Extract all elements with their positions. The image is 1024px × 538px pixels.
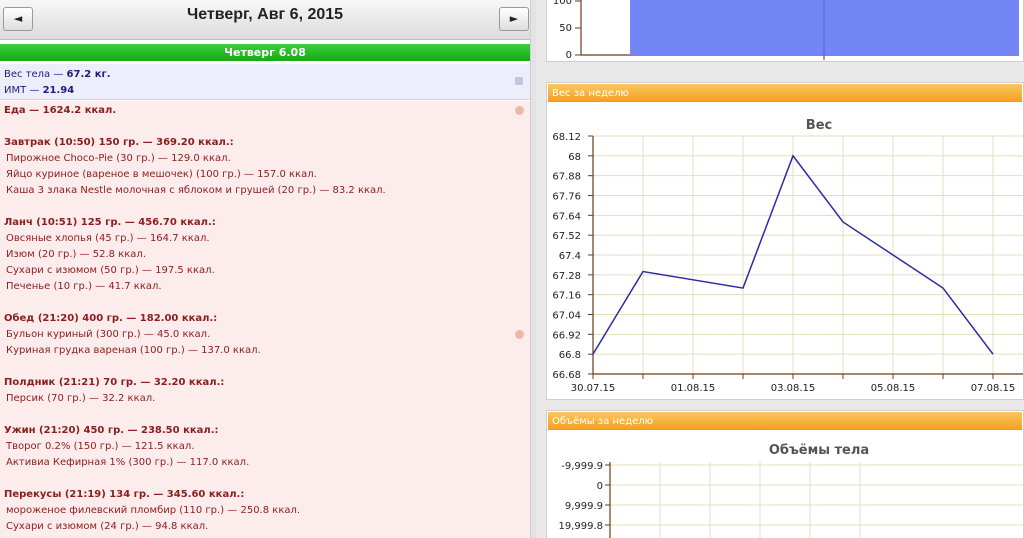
app-root: ◄ Четверг, Авг 6, 2015 ► Четверг 6.08 Ве… (0, 0, 1024, 538)
chart-grid (610, 462, 1023, 538)
weight-summary[interactable]: Вес тела — 67.2 кг. ИМТ — 21.94 (0, 64, 530, 100)
volumes-week-panel: Объёмы за неделю Объёмы тела -9,999.9 0 9,… (546, 410, 1024, 538)
food-item: Пирожное Choco-Pie (30 гр.) — 129.0 ккал… (6, 153, 231, 164)
y-tick-label: 67.28 (552, 271, 581, 282)
meal-heading: Перекусы (21:19) 134 гр. — 345.60 ккал.: (4, 489, 245, 500)
weight-week-panel: Вес за неделю Вес 68.12 68 67.88 67.76 67.64… (546, 82, 1024, 400)
day-pane: ◄ Четверг, Авг 6, 2015 ► Четверг 6.08 Ве… (0, 0, 530, 538)
bmi-value: 21.94 (42, 85, 75, 96)
y-tick-label: 0 (566, 50, 572, 61)
y-tick-label: 67.04 (552, 311, 581, 322)
y-tick-label: 68 (568, 152, 581, 163)
food-log[interactable]: Еда — 1624.2 ккал. Завтрак (10:50) 150 г… (0, 101, 530, 538)
y-tick-label: 68.12 (552, 132, 581, 143)
volumes-chart: Объёмы тела -9,999.9 0 9,999.9 19,999.8 (558, 443, 1023, 538)
y-tick-label: 67.76 (552, 192, 581, 203)
food-item: мороженое филевский пломбир (110 гр.) — … (6, 505, 301, 516)
food-item: Активиа Кефирная 1% (300 гр.) — 117.0 кк… (6, 457, 250, 468)
x-tick-label: 03.08.15 (771, 383, 816, 394)
weight-week-header[interactable]: Вес за неделю (547, 83, 1023, 102)
weight-line: Вес тела — 67.2 кг. (4, 69, 111, 80)
y-tick-label: 50 (559, 23, 572, 34)
chart-title: Вес (806, 118, 832, 133)
volumes-week-header[interactable]: Объёмы за неделю (547, 411, 1023, 430)
meal-heading: Обед (21:20) 400 гр. — 182.00 ккал.: (4, 313, 218, 324)
charts-pane: 100 50 0 Вес за неделю Вес 68.12 68 67.88 6… (536, 0, 1024, 538)
x-tick-label: 07.08.15 (971, 383, 1016, 394)
y-tick-label: 19,999.8 (558, 521, 603, 532)
weight-value: 67.2 кг. (66, 69, 111, 80)
y-tick-label: 67.52 (552, 231, 581, 242)
date-title: Четверг, Авг 6, 2015 (186, 6, 344, 23)
bmi-line: ИМТ — 21.94 (4, 85, 74, 96)
food-total: Еда — 1624.2 ккал. (4, 105, 117, 116)
food-item: Бульон куриный (300 гр.) — 45.0 ккал. (6, 329, 211, 340)
meal-heading: Полдник (21:21) 70 гр. — 32.20 ккал.: (4, 377, 225, 388)
food-item: Печенье (10 гр.) — 41.7 ккал. (6, 281, 162, 292)
bmi-label: ИМТ — (4, 85, 43, 96)
weight-line-chart: Вес 68.12 68 67.88 67.76 67.64 67.52 67.4 67.28… (552, 118, 1023, 394)
y-axis-ticks: 68.12 68 67.88 67.76 67.64 67.52 67.4 67.28 67.1… (552, 132, 593, 381)
y-tick-label: 66.68 (552, 370, 581, 381)
weight-label: Вес тела — (4, 69, 67, 80)
y-tick-label: -9,999.9 (561, 461, 603, 472)
y-axis-ticks: -9,999.9 0 9,999.9 19,999.8 (558, 461, 610, 532)
y-tick-label: 67.88 (552, 172, 581, 183)
x-tick-label: 30.07.15 (571, 383, 616, 394)
next-day-button[interactable]: ► (499, 7, 529, 31)
y-tick-label: 66.92 (552, 330, 581, 341)
food-item: Персик (70 гр.) — 32.2 ккал. (6, 393, 156, 404)
food-item: Куриная грудка вареная (100 гр.) — 137.0… (6, 345, 261, 356)
food-item: Сухари с изюмом (50 гр.) — 197.5 ккал. (6, 265, 215, 276)
food-item: Изюм (20 гр.) — 52.8 ккал. (6, 249, 147, 260)
y-tick-label: 67.4 (559, 251, 581, 262)
chart-title: Объёмы тела (769, 443, 869, 458)
meal-heading: Ланч (10:51) 125 гр. — 456.70 ккал.: (4, 217, 216, 228)
apple-icon (515, 106, 524, 115)
date-navigation-bar: ◄ Четверг, Авг 6, 2015 ► (0, 0, 530, 40)
x-tick-label: 05.08.15 (871, 383, 916, 394)
y-tick-label: 9,999.9 (565, 501, 603, 512)
meal-heading: Завтрак (10:50) 150 гр. — 369.20 ккал.: (4, 137, 234, 148)
top-bar-chart: 100 50 0 (553, 0, 1019, 61)
arrow-right-icon: ► (509, 12, 519, 25)
y-tick-label: 67.64 (552, 211, 581, 222)
top-chart-panel: 100 50 0 (546, 0, 1024, 62)
food-item: Каша 3 злака Nestle молочная с яблоком и… (6, 185, 386, 196)
food-item: Яйцо куриное (вареное в мешочек) (100 гр… (6, 169, 317, 180)
y-tick-label: 66.8 (559, 350, 581, 361)
food-item: Овсяные хлопья (45 гр.) — 164.7 ккал. (6, 233, 210, 244)
x-axis-ticks: 30.07.15 01.08.15 03.08.15 05.08.15 07.08.15 (571, 374, 1016, 394)
x-tick-label: 01.08.15 (671, 383, 716, 394)
chart-grid (592, 135, 1023, 375)
scale-icon (515, 77, 523, 85)
food-item: Сухари с изюмом (24 гр.) — 94.8 ккал. (6, 521, 209, 532)
y-tick-label: 100 (553, 0, 572, 7)
food-item: Творог 0.2% (150 гр.) — 121.5 ккал. (6, 441, 195, 452)
y-tick-label: 67.16 (552, 291, 581, 302)
day-header: Четверг 6.08 (0, 44, 530, 61)
y-tick-label: 0 (597, 481, 603, 492)
apple-icon (515, 330, 524, 339)
meal-heading: Ужин (21:20) 450 гр. — 238.50 ккал.: (4, 425, 219, 436)
